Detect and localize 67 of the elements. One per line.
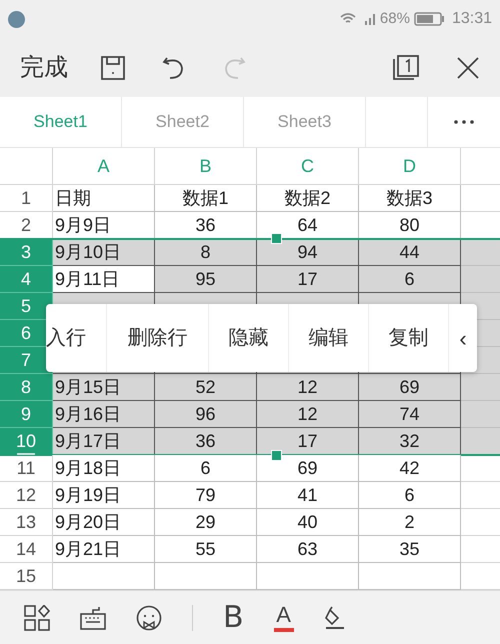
table-cell: 42 [359,455,461,482]
battery-icon [414,12,444,26]
table-cell: 12 [257,374,359,401]
menu-item[interactable]: 删除行 [107,304,209,372]
table-cell: 9月11日 [53,266,155,293]
table-cell: 63 [257,536,359,563]
table-cell: 6 [359,266,461,293]
table-cell: 52 [155,374,257,401]
signal-icon [364,13,376,25]
battery-percent: 68% [380,8,410,29]
close-icon[interactable] [456,56,480,80]
menu-item[interactable]: 隐藏 [209,304,289,372]
table-cell: 9月19日 [53,482,155,509]
menu-item[interactable]: 编辑 [289,304,369,372]
bold-button[interactable]: B [223,602,244,632]
app-icon [8,10,25,28]
table-cell: 6 [359,482,461,509]
table-cell: 79 [155,482,257,509]
wifi-icon [340,13,356,25]
selection-handle[interactable] [271,450,282,461]
table-cell: 69 [359,374,461,401]
table-cell: 日期 [53,185,155,212]
table-cell: 29 [155,509,257,536]
clock-time: 13:31 [452,9,492,29]
undo-icon[interactable] [162,54,186,80]
menu-item[interactable]: 复制 [369,304,449,372]
table-cell: 17 [257,428,359,455]
table-cell: 9月17日 [53,428,155,455]
table-cell: 8 [155,239,257,266]
table-cell: 6 [155,455,257,482]
table-cell: 17 [257,266,359,293]
table-cell: 55 [155,536,257,563]
table-cell: 数据3 [359,185,461,212]
table-cell: 36 [155,428,257,455]
table-cell: 9月16日 [53,401,155,428]
table-cell: 94 [257,239,359,266]
menu-item[interactable]: 入行 [46,304,107,372]
keyboard-icon[interactable] [80,606,106,630]
table-cell: 12 [257,401,359,428]
table-cell: 9月9日 [53,212,155,239]
table-cell: 74 [359,401,461,428]
table-cell: 35 [359,536,461,563]
table-cell: 9月20日 [53,509,155,536]
table-cell: 41 [257,482,359,509]
bow-tie-face-icon[interactable] [136,604,162,630]
table-cell: 2 [359,509,461,536]
color-swatch [274,628,294,632]
font-color-button[interactable]: A [274,604,294,632]
selection-handle[interactable] [271,233,282,244]
save-icon[interactable] [100,54,126,80]
table-cell: 69 [257,455,359,482]
table-cell: 9月10日 [53,239,155,266]
table-cell: 9月15日 [53,374,155,401]
table-cell: 数据2 [257,185,359,212]
menu-scroll-button[interactable]: ‹ [449,304,477,372]
table-cell: 9月18日 [53,455,155,482]
windows-icon[interactable] [392,54,420,80]
table-cell: 96 [155,401,257,428]
more-icon[interactable] [454,120,474,124]
table-cell: 40 [257,509,359,536]
table-cell: 9月21日 [53,536,155,563]
apps-icon[interactable] [24,604,50,630]
table-cell: 数据1 [155,185,257,212]
done-button[interactable]: 完成 [20,50,68,86]
table-cell: 32 [359,428,461,455]
table-cell: 95 [155,266,257,293]
table-cell: 44 [359,239,461,266]
